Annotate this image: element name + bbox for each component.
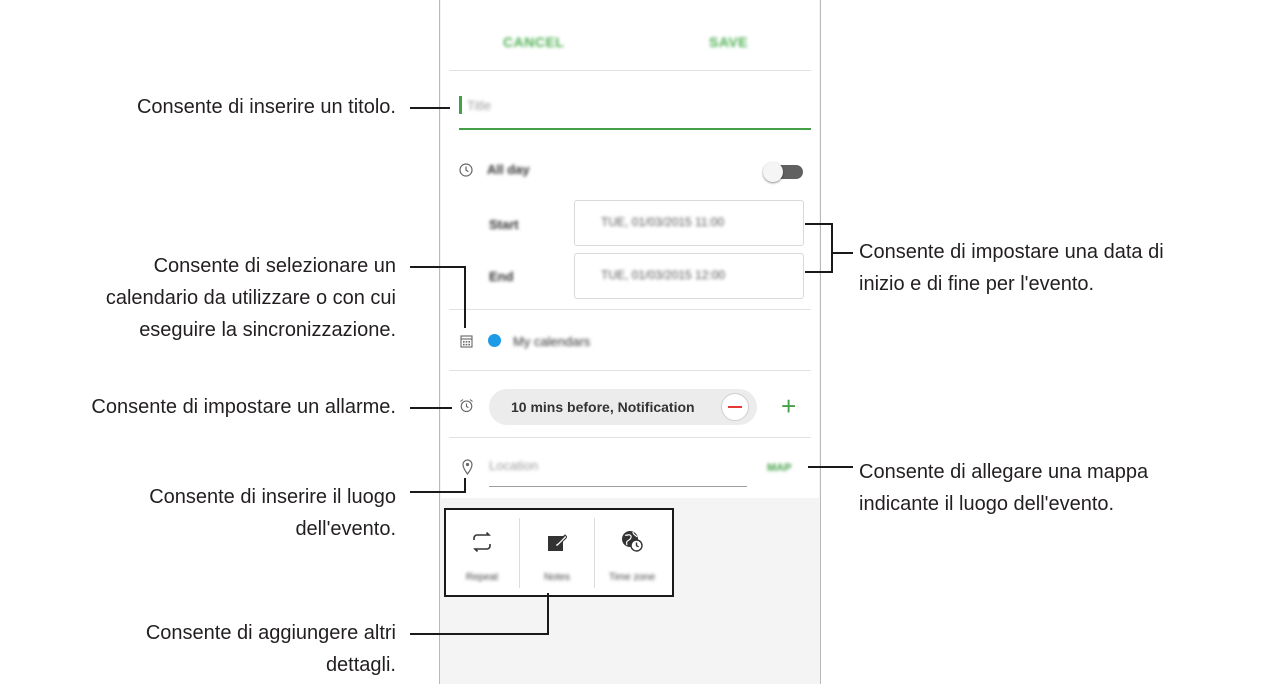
callout-location-line2: dell'evento. <box>295 518 396 540</box>
title-underline <box>459 128 811 130</box>
alarm-chip-label: 10 mins before, Notification <box>511 399 695 415</box>
callout-alarm: Consente di impostare un allarme. <box>91 396 396 418</box>
callout-calendar-line1: Consente di selezionare un <box>153 255 396 277</box>
leader-dates-h <box>831 252 853 254</box>
save-button[interactable]: SAVE <box>709 34 748 50</box>
time-zone-icon <box>622 531 643 552</box>
callout-calendar-line3: eseguire la sincronizzazione. <box>139 319 396 341</box>
cancel-button[interactable]: CANCEL <box>503 34 564 50</box>
leader-dates-v <box>831 223 833 273</box>
tool-separator <box>519 518 520 588</box>
start-date-field[interactable]: TUE, 01/03/2015 11:00 <box>574 200 804 246</box>
location-input[interactable]: Location <box>489 458 538 473</box>
callout-map-line1: Consente di allegare una mappa <box>859 461 1149 483</box>
repeat-label: Repeat <box>465 572 499 583</box>
leader-alarm <box>410 407 452 409</box>
callout-title: Consente di inserire un titolo. <box>136 96 396 118</box>
all-day-label: All day <box>487 162 530 177</box>
callout-details-line2: dettagli. <box>325 654 396 676</box>
time-zone-button[interactable]: Time zone <box>596 510 668 595</box>
leader-dates-top <box>805 223 833 225</box>
calendar-divider <box>449 370 811 371</box>
map-button[interactable]: MAP <box>767 462 791 474</box>
remove-alarm-button[interactable] <box>721 393 749 421</box>
toggle-knob <box>763 162 783 182</box>
end-label: End <box>489 269 514 284</box>
notes-icon <box>548 534 567 551</box>
time-zone-label: Time zone <box>608 572 656 583</box>
leader-calendar-h <box>410 266 466 268</box>
calendar-color-dot <box>488 334 501 347</box>
alarm-divider <box>449 437 811 438</box>
clock-icon <box>459 163 473 177</box>
event-form: CANCEL SAVE Title All day Start TUE, 01/… <box>441 0 819 498</box>
end-date-field[interactable]: TUE, 01/03/2015 12:00 <box>574 253 804 299</box>
add-alarm-button[interactable]: + <box>781 393 796 419</box>
repeat-icon <box>473 532 491 552</box>
start-label: Start <box>489 217 519 232</box>
location-pin-icon <box>462 459 473 475</box>
end-date-value: TUE, 01/03/2015 12:00 <box>601 268 726 282</box>
leader-title <box>410 107 450 109</box>
leader-location-h <box>410 491 466 493</box>
leader-details-h <box>410 633 549 635</box>
repeat-button[interactable]: Repeat <box>446 510 518 595</box>
callout-dates-line2: inizio e di fine per l'evento. <box>859 273 1095 295</box>
leader-location-v <box>464 478 466 493</box>
callout-dates-line1: Consente di impostare una data di <box>859 241 1164 263</box>
title-input[interactable]: Title <box>467 98 491 113</box>
notes-button[interactable]: Notes <box>521 510 593 595</box>
leader-dates-bottom <box>805 271 833 273</box>
alarm-icon <box>460 399 473 413</box>
location-underline <box>489 486 747 487</box>
alarm-chip[interactable]: 10 mins before, Notification <box>489 389 757 425</box>
callout-location-line1: Consente di inserire il luogo <box>149 486 396 508</box>
leader-calendar-v <box>464 266 466 328</box>
notes-label: Notes <box>543 572 571 583</box>
dates-divider <box>449 309 811 310</box>
top-divider <box>449 70 811 71</box>
leader-details-v <box>547 593 549 635</box>
callout-map-line2: indicante il luogo dell'evento. <box>859 493 1115 515</box>
tool-separator <box>594 518 595 588</box>
title-cursor <box>459 96 462 114</box>
start-date-value: TUE, 01/03/2015 11:00 <box>601 215 725 229</box>
calendar-icon <box>460 335 473 348</box>
leader-map <box>808 466 853 468</box>
extra-details-toolbar: Repeat Notes Time zone <box>444 508 674 597</box>
calendar-select[interactable]: My calendars <box>513 334 590 349</box>
callout-calendar-line2: calendario da utilizzare o con cui <box>105 287 396 309</box>
callout-details-line1: Consente di aggiungere altri <box>145 622 396 644</box>
